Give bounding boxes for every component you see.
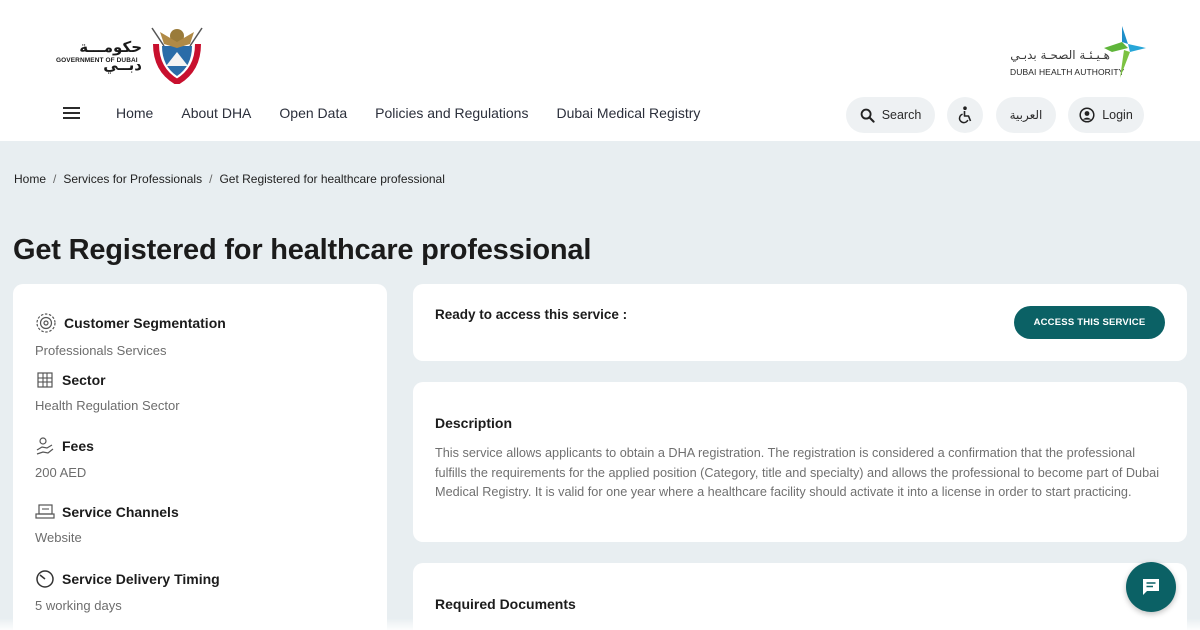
description-card: Description This service allows applican… (413, 382, 1187, 542)
nav-about-dha[interactable]: About DHA (181, 105, 251, 121)
breadcrumb-separator: / (209, 172, 213, 186)
info-sector: Sector Health Regulation Sector (35, 371, 180, 413)
dha-logo-arabic: هـيـئـة الصحـة بدبـي (1010, 48, 1110, 62)
dubai-health-authority-logo[interactable]: هـيـئـة الصحـة بدبـي DUBAI HEALTH AUTHOR… (1008, 26, 1148, 82)
breadcrumb-separator: / (53, 172, 57, 186)
site-header: حكومـــة دبــي GOVERNMENT OF DUBAI هـيـئ… (0, 0, 1200, 141)
search-label: Search (881, 108, 922, 122)
main-nav: Home About DHA Open Data Policies and Re… (116, 105, 728, 121)
hamburger-menu-icon[interactable] (60, 101, 84, 125)
dha-mark-icon (1104, 26, 1146, 78)
info-label: Fees (62, 438, 94, 454)
chat-icon (1143, 579, 1159, 595)
service-info-card: Customer Segmentation Professionals Serv… (13, 284, 387, 630)
accessibility-button[interactable] (947, 97, 983, 133)
breadcrumb-services-for-professionals[interactable]: Services for Professionals (63, 172, 202, 186)
accessibility-icon (958, 106, 972, 124)
info-label: Customer Segmentation (64, 315, 226, 331)
access-service-card: Ready to access this service : ACCESS TH… (413, 284, 1187, 361)
login-button[interactable]: Login (1068, 97, 1144, 133)
breadcrumb: Home / Services for Professionals / Get … (14, 172, 445, 186)
info-label: Service Delivery Timing (62, 571, 220, 587)
info-customer-segmentation: Customer Segmentation Professionals Serv… (35, 312, 226, 358)
required-documents-title: Required Documents (435, 596, 576, 612)
nav-policies-regulations[interactable]: Policies and Regulations (375, 105, 528, 121)
info-service-channels: Service Channels Website (35, 503, 179, 545)
arabic-language-button[interactable]: العربية (996, 97, 1056, 133)
nav-home[interactable]: Home (116, 105, 153, 121)
search-icon (860, 108, 875, 123)
info-value: 200 AED (35, 465, 87, 480)
dubai-emblem-icon (151, 27, 203, 84)
search-button[interactable]: Search (846, 97, 935, 133)
info-label: Service Channels (62, 504, 179, 520)
info-service-delivery-timing: Service Delivery Timing 5 working days (35, 569, 220, 613)
gear-icon (36, 313, 56, 333)
nav-open-data[interactable]: Open Data (279, 105, 347, 121)
login-label: Login (1102, 108, 1133, 122)
page-title: Get Registered for healthcare profession… (13, 234, 592, 266)
info-value: 5 working days (35, 598, 122, 613)
user-icon (1079, 107, 1095, 123)
chat-button[interactable] (1126, 562, 1176, 612)
gov-logo-english: GOVERNMENT OF DUBAI (56, 57, 138, 64)
bottom-fade (0, 618, 1200, 630)
info-value: Professionals Services (35, 343, 167, 358)
access-label: Ready to access this service : (435, 307, 628, 322)
info-fees: Fees 200 AED (35, 436, 94, 480)
access-service-button[interactable]: ACCESS THIS SERVICE (1014, 306, 1165, 339)
info-label: Sector (62, 372, 106, 388)
building-icon (37, 372, 53, 388)
laptop-icon (35, 504, 55, 519)
info-value: Health Regulation Sector (35, 398, 180, 413)
clock-icon (36, 570, 54, 588)
nav-dubai-medical-registry[interactable]: Dubai Medical Registry (556, 105, 700, 121)
government-of-dubai-logo[interactable]: حكومـــة دبــي GOVERNMENT OF DUBAI (56, 22, 208, 84)
info-value: Website (35, 530, 82, 545)
gov-logo-arabic: حكومـــة دبــي (79, 38, 142, 74)
breadcrumb-current: Get Registered for healthcare profession… (219, 172, 445, 186)
description-body: This service allows applicants to obtain… (435, 446, 1160, 499)
hand-coins-icon (36, 437, 54, 455)
breadcrumb-home[interactable]: Home (14, 172, 46, 186)
description-title: Description (435, 415, 513, 431)
